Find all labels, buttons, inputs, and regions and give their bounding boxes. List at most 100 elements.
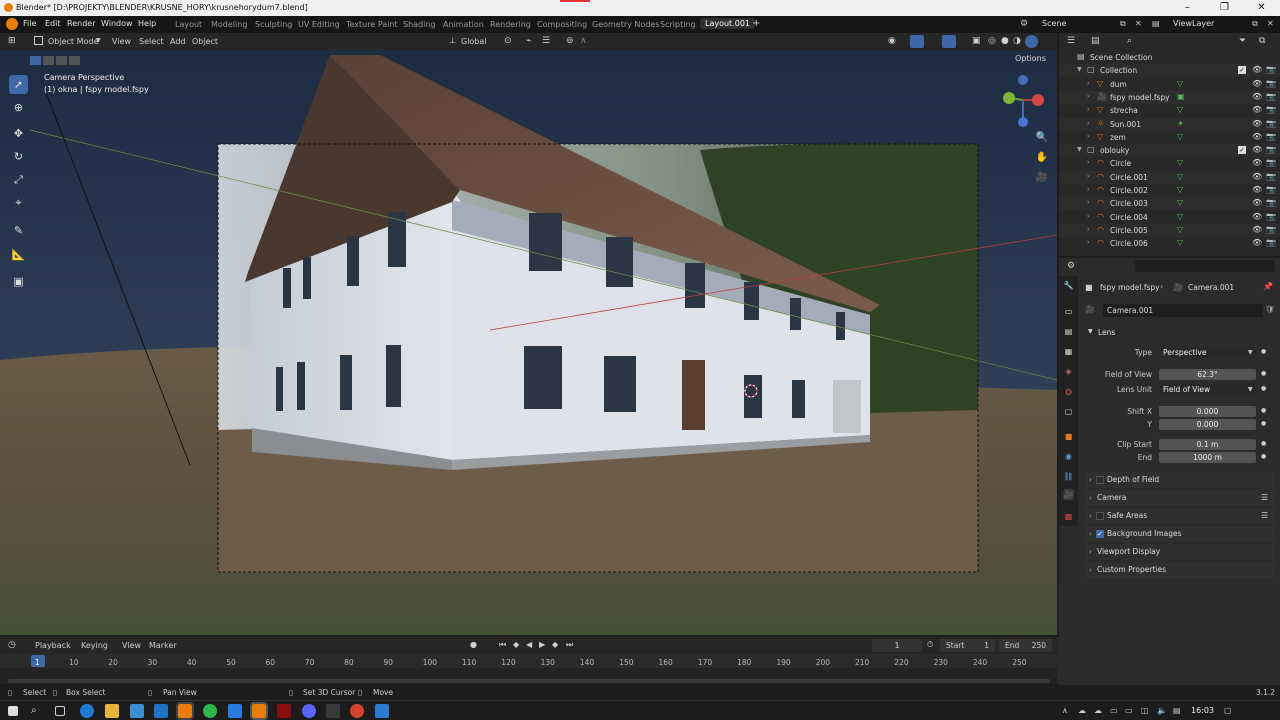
delete-scene-icon[interactable]: ✕	[1135, 19, 1142, 28]
visibility-eye-icon[interactable]: 👁	[1252, 212, 1262, 221]
chevron-right-icon[interactable]: ›	[1087, 173, 1089, 180]
3d-viewport[interactable]: Camera Perspective (1) okna | fspy model…	[0, 50, 1057, 635]
panel-viewport-display[interactable]: › Viewport Display	[1085, 544, 1275, 560]
cloud-icon[interactable]: ☁	[1094, 706, 1102, 715]
visibility-eye-icon[interactable]: 👁	[1252, 185, 1262, 194]
add-workspace-icon[interactable]: +	[752, 18, 760, 29]
render-camera-icon[interactable]: 📷	[1266, 212, 1276, 221]
camera-data-name-field[interactable]: Camera.001	[1103, 304, 1263, 317]
menu-edit[interactable]: Edit	[45, 19, 61, 28]
render-camera-icon[interactable]: 📷	[1266, 132, 1276, 141]
tool-transform[interactable]: ⌖	[9, 193, 28, 212]
outliner-row[interactable]: › ◠ Circle.003 ▽ 👁 📷	[1059, 197, 1280, 211]
end-frame-field[interactable]: End 250	[999, 639, 1052, 652]
curve-data-icon[interactable]: ▽	[1177, 212, 1183, 221]
outliner-row[interactable]: › ◠ Circle.004 ▽ 👁 📷	[1059, 211, 1280, 224]
delete-viewlayer-icon[interactable]: ✕	[1267, 19, 1274, 28]
curve-data-icon[interactable]: ▽	[1177, 185, 1183, 194]
select-extend-icon[interactable]	[43, 56, 54, 65]
new-collection-icon[interactable]: ⧉	[1259, 36, 1265, 46]
keyframe-dot-icon[interactable]: ●	[1261, 370, 1266, 377]
current-frame-field[interactable]: 1	[872, 639, 922, 652]
menu-window[interactable]: Window	[101, 19, 133, 28]
visibility-icon[interactable]: ◉	[888, 36, 896, 46]
snap-icon[interactable]: ⌁	[526, 36, 531, 46]
outliner-row[interactable]: › ◠ Circle.006 ▽ 👁 📷	[1059, 237, 1280, 250]
tool-scale[interactable]: ⤢	[9, 170, 28, 189]
file-explorer-icon[interactable]	[105, 704, 119, 718]
timeline-scrollbar[interactable]	[8, 679, 1050, 683]
render-camera-icon[interactable]: 📷	[1266, 238, 1276, 247]
language-icon[interactable]: ▤	[1173, 706, 1181, 715]
scene-name[interactable]: Scene	[1042, 19, 1066, 28]
outliner-row[interactable]: ▼ ▢ Collection ✓ 👁 📷	[1059, 64, 1280, 78]
onedrive-icon[interactable]: ☁	[1078, 706, 1086, 715]
keyframe-dot-icon[interactable]: ●	[1261, 385, 1266, 392]
monitor-icon[interactable]: ▭	[1125, 706, 1133, 715]
view-layer-tab-icon[interactable]: ▦	[1063, 346, 1074, 357]
network-icon[interactable]: ◫	[1141, 706, 1149, 715]
play-reverse-icon[interactable]: ◀	[526, 640, 532, 649]
keyframe-dot-icon[interactable]: ●	[1261, 420, 1266, 427]
check-icon[interactable]: ✓	[1238, 146, 1246, 155]
search-icon[interactable]: ⌕	[1127, 36, 1132, 46]
prev-keyframe-icon[interactable]: ◆	[513, 640, 519, 649]
notifications-icon[interactable]: ▢	[1224, 706, 1232, 715]
viewport-menu-view[interactable]: View	[112, 37, 131, 46]
viewport-menu-select[interactable]: Select	[139, 37, 164, 46]
chevron-right-icon[interactable]: ›	[1087, 186, 1089, 193]
mesh-data-icon[interactable]: ▽	[1177, 105, 1183, 114]
tool-add-cube[interactable]: ▣	[9, 272, 28, 291]
tool-rotate[interactable]: ↻	[9, 147, 28, 166]
search-icon[interactable]: ⌕	[31, 704, 45, 718]
tab-animation[interactable]: Animation	[443, 20, 484, 29]
chevron-right-icon[interactable]: ›	[1087, 199, 1089, 206]
outliner-row[interactable]: ▤ Scene Collection	[1059, 51, 1280, 64]
menu-render[interactable]: Render	[67, 19, 95, 28]
presets-list-icon[interactable]: ☰	[1261, 508, 1268, 524]
viewport-menu-add[interactable]: Add	[170, 37, 186, 46]
dof-checkbox[interactable]	[1096, 476, 1104, 484]
tool-annotate[interactable]: ✎	[9, 221, 28, 240]
shading-material-icon[interactable]: ◑	[1013, 36, 1021, 46]
render-tab-icon[interactable]: ▭	[1063, 306, 1074, 317]
zoom-icon[interactable]: 🔍	[1033, 128, 1051, 146]
menu-file[interactable]: File	[23, 19, 36, 28]
outliner-row[interactable]: › ◠ Circle ▽ 👁 📷	[1059, 157, 1280, 170]
shift-y-field[interactable]: 0.000	[1159, 419, 1256, 430]
presets-list-icon[interactable]: ☰	[1261, 490, 1268, 506]
visibility-eye-icon[interactable]: 👁	[1252, 92, 1262, 101]
tab-uv-editing[interactable]: UV Editing	[298, 20, 340, 29]
shading-rendered-icon[interactable]	[1025, 35, 1038, 48]
mesh-data-icon[interactable]: ▽	[1177, 79, 1183, 88]
chevron-right-icon[interactable]: ›	[1087, 133, 1089, 140]
start-menu-icon[interactable]	[8, 706, 18, 716]
safe-areas-checkbox[interactable]	[1096, 512, 1104, 520]
panel-safe-areas[interactable]: › Safe Areas ☰	[1085, 508, 1275, 524]
visibility-eye-icon[interactable]: 👁	[1252, 158, 1262, 167]
outliner-type-icon[interactable]: ☰	[1067, 36, 1075, 46]
outliner-row[interactable]: › ◠ Circle.005 ▽ 👁 📷	[1059, 223, 1280, 237]
outliner-row[interactable]: ▼ ▢ oblouky ✓ 👁 📷	[1059, 144, 1280, 158]
illustrator-icon[interactable]	[277, 704, 291, 718]
shading-solid-icon[interactable]: ●	[1001, 36, 1009, 46]
filter-icon[interactable]: ⏷	[1239, 36, 1246, 46]
close-icon[interactable]: ✕	[1243, 0, 1280, 16]
options-menu[interactable]: Options	[1015, 54, 1046, 63]
render-camera-icon[interactable]: 📷	[1266, 145, 1276, 154]
store-icon[interactable]	[130, 704, 144, 718]
chevron-right-icon[interactable]: ›	[1087, 120, 1089, 127]
battery-icon[interactable]: ▭	[1110, 706, 1118, 715]
xray-icon[interactable]: ▣	[972, 36, 981, 46]
tool-select-box[interactable]: ➚	[9, 75, 28, 94]
start-frame-field[interactable]: Start 1	[940, 639, 995, 652]
mail-icon[interactable]	[154, 704, 168, 718]
gizmo-toggle-icon[interactable]	[910, 35, 924, 48]
volume-icon[interactable]: 🔈	[1157, 706, 1167, 715]
visibility-eye-icon[interactable]: 👁	[1252, 132, 1262, 141]
timeline-type-icon[interactable]: ◷	[8, 640, 16, 650]
powerpoint-icon[interactable]	[350, 704, 364, 718]
timeline-menu-marker[interactable]: Marker	[149, 641, 177, 650]
chevron-right-icon[interactable]: ›	[1087, 106, 1089, 113]
task-view-icon[interactable]	[55, 706, 65, 716]
